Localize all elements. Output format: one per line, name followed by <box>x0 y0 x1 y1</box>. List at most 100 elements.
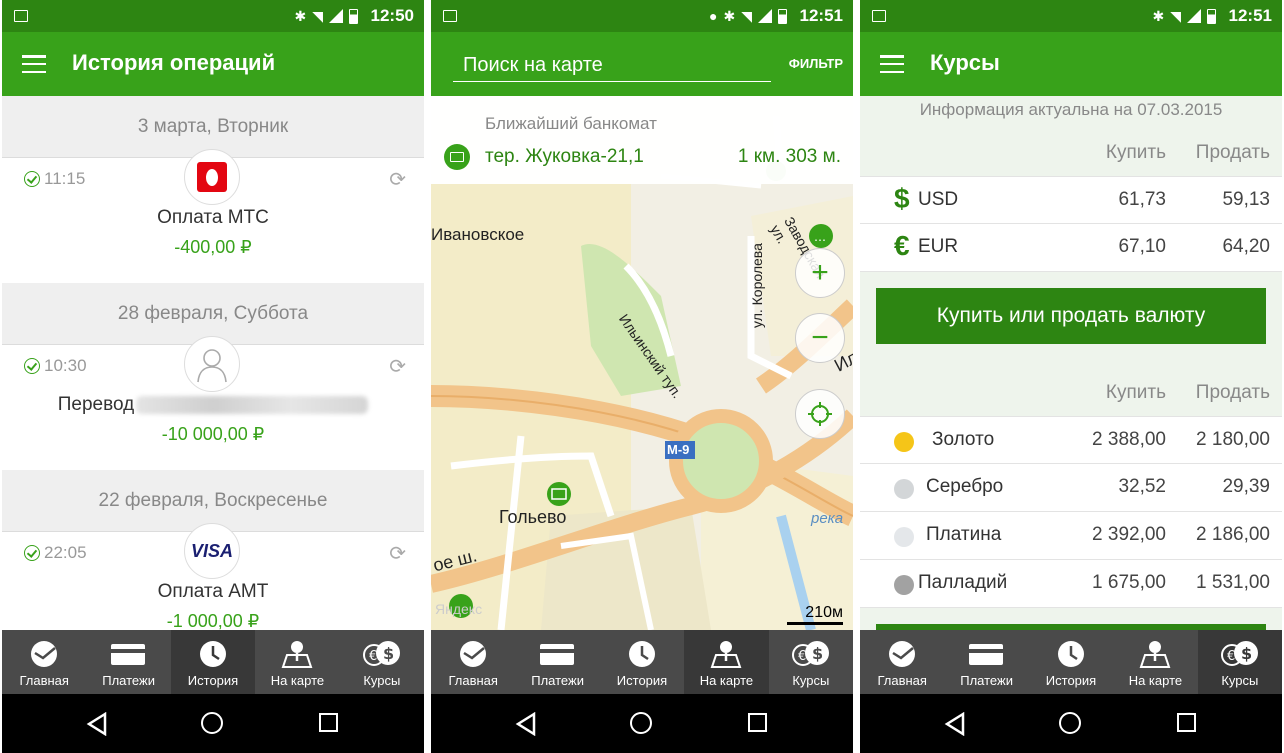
metal-row[interactable]: Золото 2 388,00 2 180,00 <box>860 416 1282 464</box>
road-shield: М-9 <box>667 442 690 457</box>
nav-history[interactable]: История <box>600 630 684 694</box>
recent-apps-icon[interactable] <box>748 713 767 732</box>
exchange-currency-button[interactable]: Купить или продать валюту <box>876 288 1266 344</box>
back-icon[interactable] <box>515 712 537 736</box>
signal-icon <box>758 9 772 23</box>
transaction-name: Перевод <box>2 394 424 416</box>
svg-text:€: € <box>1227 649 1235 664</box>
atm-name: тер. Жуковка-21,1 <box>485 146 644 167</box>
system-nav-bar <box>2 694 424 753</box>
nav-payments[interactable]: Платежи <box>515 630 599 694</box>
nav-home[interactable]: Главная <box>860 630 944 694</box>
app-bar: Поиск на карте ФИЛЬТР <box>431 32 853 96</box>
metal-row[interactable]: Серебро 32,52 29,39 <box>860 464 1282 512</box>
app-bar: История операций <box>2 32 424 96</box>
currency-row[interactable]: $ USD 61,73 59,13 <box>860 176 1282 224</box>
transaction-item[interactable]: 11:15 ⟳ Оплата МТС -400,00 ₽ <box>2 149 424 283</box>
map-search-input[interactable]: Поиск на карте <box>453 50 771 82</box>
svg-text:$: $ <box>812 644 823 663</box>
plus-icon: + <box>811 256 829 289</box>
nav-payments[interactable]: Платежи <box>86 630 170 694</box>
sber-logo-icon <box>458 639 488 669</box>
repeat-icon[interactable]: ⟳ <box>389 354 406 379</box>
check-icon <box>24 545 40 561</box>
bluetooth-icon: ✱ <box>1152 7 1165 24</box>
metal-row[interactable]: Платина 2 392,00 2 186,00 <box>860 512 1282 560</box>
person-icon <box>184 336 240 392</box>
nav-rates[interactable]: € $ Курсы <box>769 630 853 694</box>
buy-rate: 67,10 <box>1118 236 1166 257</box>
card-icon <box>968 639 1006 669</box>
transaction-time: 10:30 <box>24 356 87 376</box>
map-watermark: Яндекс <box>435 601 483 617</box>
currency-icon: € $ <box>362 639 402 669</box>
transaction-item[interactable]: 10:30 ⟳ Перевод -10 000,00 ₽ <box>2 336 424 470</box>
currency-name: EUR <box>918 236 959 257</box>
menu-icon[interactable] <box>880 55 904 73</box>
transaction-name: Оплата МТС <box>157 207 269 228</box>
buy-column-header: Купить <box>1105 382 1166 403</box>
back-icon[interactable] <box>944 712 966 736</box>
my-location-button[interactable] <box>795 389 845 439</box>
zoom-in-button[interactable]: + <box>795 248 845 298</box>
status-icons: ● ✱ ◥ <box>709 7 787 25</box>
map-label: Ивановское <box>431 225 525 244</box>
card-icon <box>110 639 148 669</box>
nav-rates[interactable]: € $ Курсы <box>340 630 424 694</box>
buy-rate: 32,52 <box>1118 476 1166 497</box>
home-icon[interactable] <box>201 712 223 734</box>
image-notification-icon <box>443 10 457 22</box>
buy-rate: 61,73 <box>1118 189 1166 210</box>
transaction-amount: -10 000,00 ₽ <box>161 424 265 444</box>
home-icon[interactable] <box>630 712 652 734</box>
image-notification-icon <box>872 10 886 22</box>
nav-map[interactable]: На карте <box>255 630 339 694</box>
bluetooth-icon: ✱ <box>294 7 307 24</box>
repeat-icon[interactable]: ⟳ <box>389 167 406 192</box>
nav-home[interactable]: Главная <box>2 630 86 694</box>
nav-map[interactable]: На карте <box>684 630 769 694</box>
nearest-atm-panel[interactable]: Ближайший банкомат тер. Жуковка-21,1 1 к… <box>431 96 853 184</box>
signal-icon <box>329 9 343 23</box>
metal-name: Платина <box>926 524 1002 545</box>
status-bar: ● ✱ ◥ 12:51 <box>431 0 853 32</box>
recent-apps-icon[interactable] <box>319 713 338 732</box>
map-label: ул. Королева <box>749 243 765 328</box>
sell-rate: 59,13 <box>1222 189 1270 210</box>
atm-marker[interactable] <box>547 482 571 506</box>
transaction-time: 11:15 <box>24 169 85 189</box>
image-notification-icon <box>14 10 28 22</box>
bottom-nav: Главная Платежи История На карте € $ Курс… <box>431 630 853 694</box>
nav-map[interactable]: На карте <box>1113 630 1197 694</box>
currency-row[interactable]: € EUR 67,10 64,20 <box>860 224 1282 272</box>
repeat-icon[interactable]: ⟳ <box>389 541 406 566</box>
nav-payments[interactable]: Платежи <box>944 630 1028 694</box>
check-icon <box>24 171 40 187</box>
map-pin-icon <box>1139 639 1171 669</box>
rates-content: Информация актуальна на 07.03.2015 Купит… <box>860 96 1282 630</box>
zoom-out-button[interactable]: − <box>795 313 845 363</box>
battery-icon <box>1207 8 1216 24</box>
redacted-recipient <box>136 395 369 414</box>
check-icon <box>24 358 40 374</box>
filter-button[interactable]: ФИЛЬТР <box>789 56 843 71</box>
home-icon[interactable] <box>1059 712 1081 734</box>
sber-logo-icon <box>887 639 917 669</box>
sell-rate: 2 186,00 <box>1196 524 1270 545</box>
currency-icon: € $ <box>791 639 831 669</box>
status-time: 12:51 <box>799 6 843 25</box>
metal-name: Палладий <box>918 572 1008 593</box>
menu-icon[interactable] <box>22 55 46 73</box>
nav-home[interactable]: Главная <box>431 630 515 694</box>
metal-name: Золото <box>932 429 995 450</box>
buy-rate: 1 675,00 <box>1092 572 1166 593</box>
metal-row[interactable]: Палладий 1 675,00 1 531,00 <box>860 560 1282 608</box>
back-icon[interactable] <box>86 712 108 736</box>
nav-history[interactable]: История <box>1029 630 1113 694</box>
recent-apps-icon[interactable] <box>1177 713 1196 732</box>
nav-history[interactable]: История <box>170 630 256 694</box>
system-nav-bar <box>860 694 1282 753</box>
card-icon <box>539 639 577 669</box>
silver-dot-icon <box>894 479 914 499</box>
nav-rates[interactable]: € $ Курсы <box>1197 630 1282 694</box>
